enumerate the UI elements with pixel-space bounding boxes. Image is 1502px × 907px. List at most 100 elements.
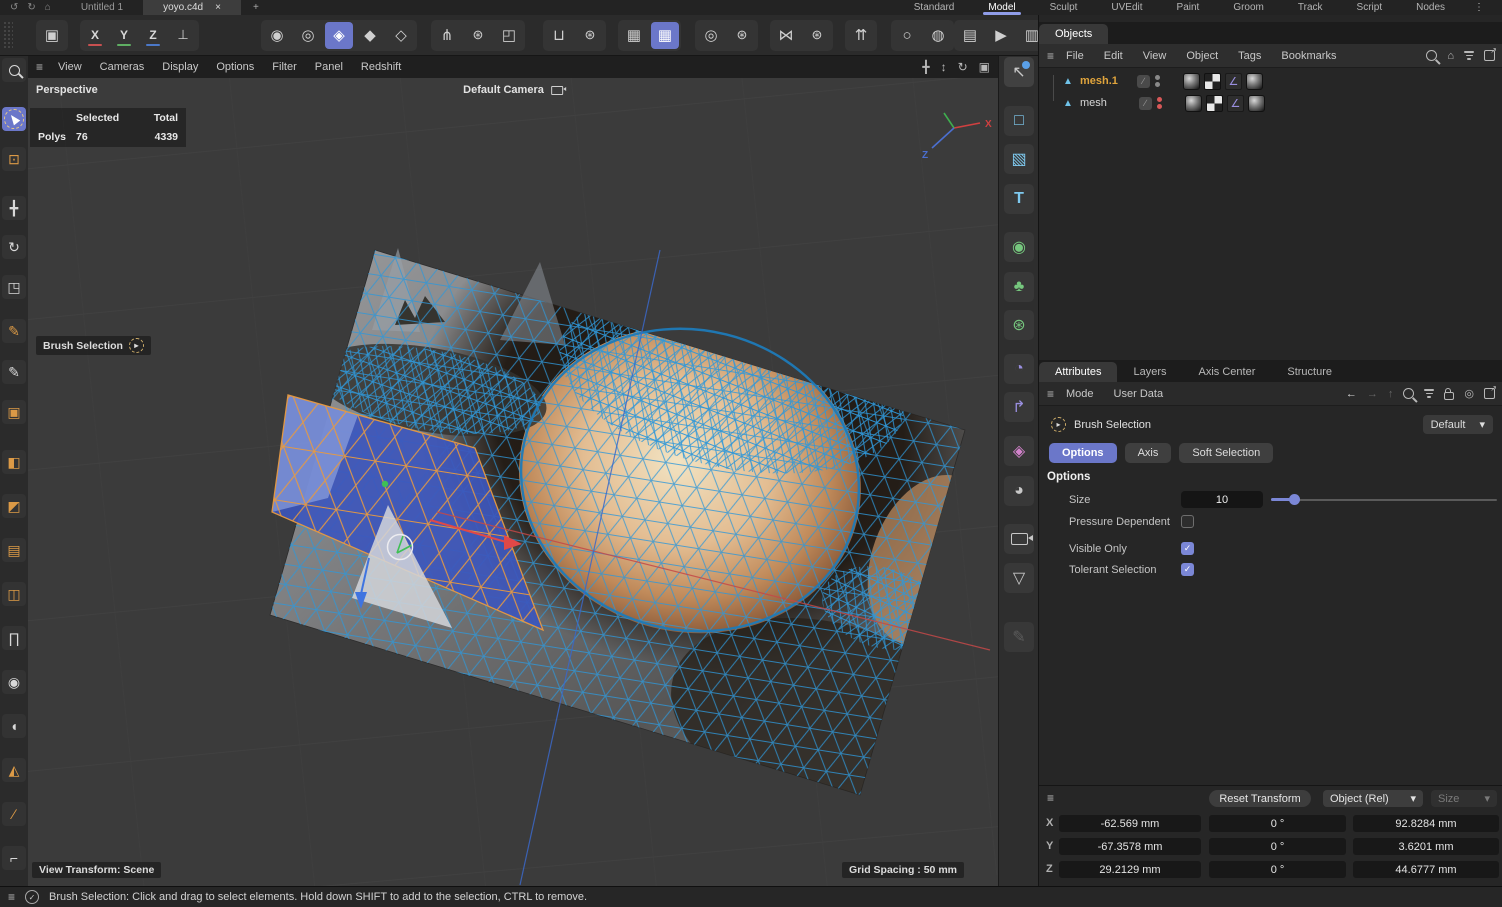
frame-tool[interactable]: ▣ <box>2 400 26 424</box>
layout-tabs-more-icon[interactable]: ⋮ <box>1462 0 1496 15</box>
home-icon[interactable]: ⌂ <box>1447 50 1454 62</box>
texture-tag-icon[interactable] <box>1206 95 1223 112</box>
size-input[interactable]: 10 <box>1181 491 1263 508</box>
coord-z-size[interactable]: 44.6777 mm <box>1353 861 1499 878</box>
viewport-menu-cameras[interactable]: Cameras <box>91 61 154 73</box>
soft-selection-tab-button[interactable]: Soft Selection <box>1179 443 1273 463</box>
coordinates-hamburger-icon[interactable]: ≡ <box>1047 791 1054 805</box>
extrude-tool[interactable]: ◧ <box>2 450 26 474</box>
objects-menu-tags[interactable]: Tags <box>1228 50 1271 62</box>
document-tab-yoyo[interactable]: yoyo.c4d × <box>143 0 241 15</box>
camera-object-button[interactable] <box>1004 524 1034 554</box>
swap-icon[interactable]: ⇈ <box>847 22 875 49</box>
layout-tab-groom[interactable]: Groom <box>1216 0 1281 15</box>
texture-tag-icon[interactable] <box>1204 73 1221 90</box>
tab-objects[interactable]: Objects <box>1039 24 1108 44</box>
symmetry-settings-gear-icon[interactable]: ⊛ <box>803 22 831 49</box>
tab-axis-center[interactable]: Axis Center <box>1183 362 1272 382</box>
viewport-menu-display[interactable]: Display <box>153 61 207 73</box>
knife-tool[interactable]: ∕ <box>2 802 26 826</box>
symmetry-icon[interactable]: ⋈ <box>772 22 800 49</box>
options-tab-button[interactable]: Options <box>1049 443 1117 463</box>
tab-layers[interactable]: Layers <box>1117 362 1182 382</box>
preset-dropdown[interactable]: Default ▾ <box>1423 415 1493 434</box>
projection-label[interactable]: Perspective <box>36 84 98 96</box>
coord-y-size[interactable]: 3.6201 mm <box>1353 838 1499 855</box>
attributes-menu-userdata[interactable]: User Data <box>1104 388 1174 400</box>
quantize-grid-icon[interactable]: ▦ <box>651 22 679 49</box>
viewport-menu-filter[interactable]: Filter <box>263 61 305 73</box>
iron-tool[interactable]: ⌐ <box>2 846 26 870</box>
new-document-button[interactable]: + <box>241 0 271 15</box>
objects-menu-bookmarks[interactable]: Bookmarks <box>1271 50 1346 62</box>
pan-icon[interactable]: ╋ <box>922 60 929 74</box>
coordinate-mode-dropdown[interactable]: Object (Rel) ▾ <box>1323 790 1423 807</box>
coord-x-size[interactable]: 92.8284 mm <box>1353 815 1499 832</box>
environment-button[interactable]: ◕ <box>1004 476 1034 506</box>
instance-button[interactable]: ◈ <box>1004 436 1034 466</box>
rectangle-selection-tool[interactable]: ⊡ <box>2 147 26 171</box>
sketch-pen-tool[interactable]: ✎ <box>2 360 26 384</box>
size-slider-track[interactable] <box>1271 499 1497 501</box>
layout-tab-nodes[interactable]: Nodes <box>1399 0 1462 15</box>
tab-structure[interactable]: Structure <box>1271 362 1348 382</box>
material-tag-icon[interactable] <box>1183 73 1200 90</box>
pressure-dependent-checkbox[interactable] <box>1181 515 1194 528</box>
status-hamburger-icon[interactable]: ≡ <box>8 890 15 904</box>
undo-icon[interactable]: ↺ <box>10 2 18 13</box>
subdivision-surface-button[interactable]: ◉ <box>1004 232 1034 262</box>
viewport-hamburger-icon[interactable]: ≡ <box>36 60 43 74</box>
solo-off-icon[interactable]: ○ <box>893 22 921 49</box>
bevel-tool[interactable]: ◖ <box>2 714 26 738</box>
subdivide-tool[interactable]: ▤ <box>2 538 26 562</box>
enable-toggle-icon[interactable]: ∕ <box>1139 97 1152 110</box>
camera-label[interactable]: Default Camera <box>463 84 563 96</box>
edges-mode-icon[interactable]: ◎ <box>294 22 322 49</box>
phong-tag-icon[interactable]: ∠ <box>1227 95 1244 112</box>
split-tool[interactable]: ◭ <box>2 758 26 782</box>
object-name[interactable]: mesh.1 <box>1080 75 1118 87</box>
axis-y-toggle[interactable]: Y <box>111 22 137 49</box>
maximize-view-icon[interactable]: ▣ <box>979 60 990 74</box>
layout-tab-sculpt[interactable]: Sculpt <box>1033 0 1095 15</box>
snap-settings-gear-icon[interactable]: ⊛ <box>576 22 604 49</box>
tab-attributes[interactable]: Attributes <box>1039 362 1117 382</box>
viewport-menu-panel[interactable]: Panel <box>306 61 352 73</box>
attributes-hamburger-icon[interactable]: ≡ <box>1047 387 1054 401</box>
objects-menu-file[interactable]: File <box>1056 50 1094 62</box>
phong-tag-icon[interactable]: ∠ <box>1225 73 1242 90</box>
zoom-tool[interactable] <box>2 58 26 82</box>
viewport-menu-redshift[interactable]: Redshift <box>352 61 410 73</box>
stage-button[interactable]: ▽ <box>1004 563 1034 593</box>
scale-tool[interactable]: ◳ <box>2 275 26 299</box>
popout-icon[interactable] <box>1484 388 1495 399</box>
lock-icon[interactable] <box>1444 392 1454 400</box>
bridge-tool[interactable]: ∏ <box>2 626 26 650</box>
redo-icon[interactable]: ↻ <box>27 2 35 13</box>
visible-only-checkbox[interactable]: ✓ <box>1181 542 1194 555</box>
pen-tool[interactable]: ✎ <box>2 319 26 343</box>
search-icon[interactable] <box>1426 50 1437 61</box>
deformer-button[interactable]: ◔ <box>1004 354 1034 384</box>
objects-hamburger-icon[interactable]: ≡ <box>1047 49 1054 63</box>
axis-modification-tool[interactable]: ↖ <box>1004 57 1034 87</box>
brush-selection-tool[interactable] <box>2 107 26 131</box>
coordinate-system-icon[interactable]: ⊥ <box>169 22 197 49</box>
axis-settings-gear-icon[interactable]: ⊛ <box>464 22 492 49</box>
modeling-axis-icon[interactable]: ⋔ <box>433 22 461 49</box>
viewport-3d[interactable]: X Z Perspective Default Camera Selected … <box>28 78 998 886</box>
size-slider-knob[interactable] <box>1289 494 1300 505</box>
axis-x-toggle[interactable]: X <box>82 22 108 49</box>
volume-builder-button[interactable]: ♣ <box>1004 272 1034 302</box>
field-button[interactable]: ↱ <box>1004 392 1034 422</box>
axis-tab-button[interactable]: Axis <box>1125 443 1172 463</box>
history-back-icon[interactable]: ← <box>1346 388 1357 400</box>
mesh-mode-icon[interactable]: ◆ <box>356 22 384 49</box>
spline-tools-button[interactable]: □ <box>1004 106 1034 136</box>
enable-toggle-icon[interactable]: ∕ <box>1137 75 1150 88</box>
dolly-icon[interactable]: ↕ <box>941 60 947 74</box>
coord-z-rotation[interactable]: 0 ° <box>1209 861 1346 878</box>
snap-magnet-icon[interactable]: ⊔ <box>545 22 573 49</box>
primitive-cube-button[interactable]: ▧ <box>1004 144 1034 174</box>
axis-z-toggle[interactable]: Z <box>140 22 166 49</box>
